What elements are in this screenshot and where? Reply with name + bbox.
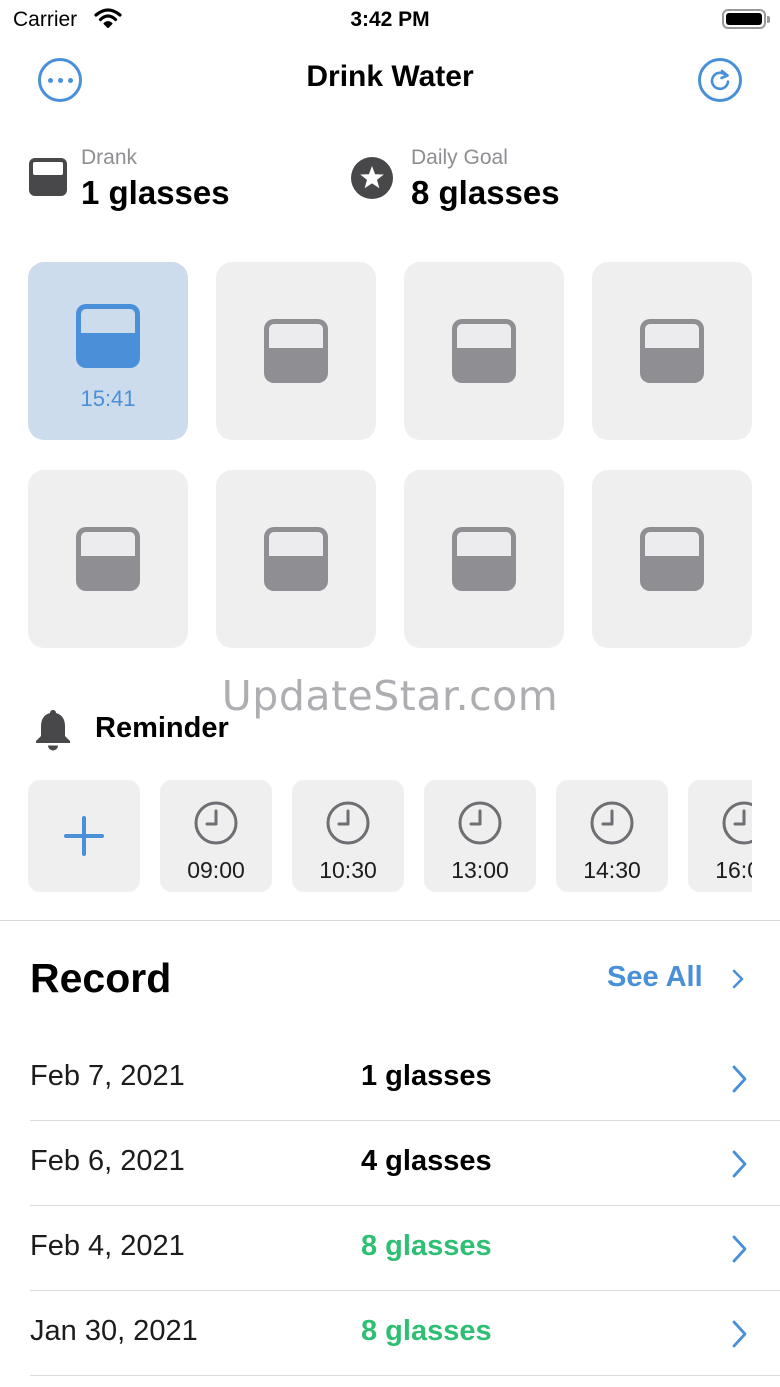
clock-icon <box>590 801 634 845</box>
record-row[interactable]: Feb 4, 2021 8 glasses <box>30 1206 780 1291</box>
arrow-clockwise-icon <box>710 69 730 91</box>
glass-cell[interactable] <box>404 470 564 648</box>
record-title: Record <box>30 955 172 1001</box>
glass-icon <box>640 319 704 383</box>
glass-icon <box>452 319 516 383</box>
reminder-item[interactable]: 09:00 <box>160 780 272 892</box>
reset-button[interactable] <box>698 58 742 102</box>
reminder-time: 14:30 <box>583 857 641 883</box>
goal-value: 8 glasses <box>411 174 560 211</box>
section-divider <box>0 920 780 921</box>
record-row[interactable]: Feb 6, 2021 4 glasses <box>30 1121 780 1206</box>
glass-icon <box>452 527 516 591</box>
record-date: Feb 4, 2021 <box>30 1230 185 1262</box>
reminder-item[interactable]: 13:00 <box>424 780 536 892</box>
drank-label: Drank <box>81 146 138 169</box>
star-icon <box>351 157 393 204</box>
page-title: Drink Water <box>306 60 474 93</box>
clock-icon <box>326 801 370 845</box>
chevron-right-icon <box>732 1065 747 1093</box>
glass-cell[interactable] <box>404 262 564 440</box>
glass-icon <box>264 527 328 591</box>
add-reminder-button[interactable] <box>28 780 140 892</box>
drank-value: 1 glasses <box>81 174 230 211</box>
status-time: 3:42 PM <box>350 8 430 31</box>
chevron-right-icon <box>732 1235 747 1263</box>
glass-cell[interactable] <box>592 470 752 648</box>
glass-cell[interactable]: 15:41 <box>28 262 188 440</box>
record-amount: 8 glasses <box>361 1230 492 1262</box>
glass-cell[interactable] <box>28 470 188 648</box>
record-amount: 4 glasses <box>361 1145 492 1177</box>
chevron-right-icon[interactable] <box>730 967 746 991</box>
reminder-title: Reminder <box>95 712 229 744</box>
record-date: Feb 7, 2021 <box>30 1060 185 1092</box>
glass-icon <box>76 304 140 368</box>
reminder-item[interactable]: 10:30 <box>292 780 404 892</box>
reminder-time: 09:00 <box>187 857 245 883</box>
record-date: Feb 6, 2021 <box>30 1145 185 1177</box>
glass-icon <box>76 527 140 591</box>
drank-stat: Drank 1 glasses <box>81 146 230 212</box>
chevron-right-icon <box>732 1150 747 1178</box>
reminder-time: 13:00 <box>451 857 509 883</box>
reminder-item[interactable]: 14:30 <box>556 780 668 892</box>
glasses-grid: 15:41 <box>28 262 752 648</box>
glass-time: 15:41 <box>80 386 136 411</box>
reminder-time: 10:30 <box>319 857 377 883</box>
plus-icon <box>64 816 104 856</box>
clock-icon <box>194 801 238 845</box>
glass-cell[interactable] <box>592 262 752 440</box>
record-row[interactable]: Jan 30, 2021 8 glasses <box>30 1291 780 1376</box>
bell-icon <box>31 707 75 756</box>
status-bar: Carrier 3:42 PM <box>0 0 780 40</box>
glass-icon <box>640 527 704 591</box>
glass-cell[interactable] <box>216 470 376 648</box>
glass-cell[interactable] <box>216 262 376 440</box>
glass-icon <box>28 157 68 202</box>
see-all-link[interactable]: See All <box>607 961 703 994</box>
reminder-time: 16:00 <box>715 857 752 883</box>
record-row[interactable]: Feb 7, 2021 1 glasses <box>30 1036 780 1121</box>
goal-label: Daily Goal <box>411 146 508 169</box>
clock-icon <box>458 801 502 845</box>
battery-icon <box>722 9 770 29</box>
record-amount: 1 glasses <box>361 1060 492 1092</box>
glass-icon <box>264 319 328 383</box>
reminder-list[interactable]: 09:00 10:30 13:00 14:30 16:00 <box>28 780 752 894</box>
clock-icon <box>722 801 752 845</box>
chevron-right-icon <box>732 1320 747 1348</box>
record-date: Jan 30, 2021 <box>30 1315 198 1347</box>
reminder-item[interactable]: 16:00 <box>688 780 752 892</box>
record-amount: 8 glasses <box>361 1315 492 1347</box>
goal-stat: Daily Goal 8 glasses <box>411 146 560 212</box>
record-list: Feb 7, 2021 1 glasses Feb 6, 2021 4 glas… <box>30 1036 780 1376</box>
